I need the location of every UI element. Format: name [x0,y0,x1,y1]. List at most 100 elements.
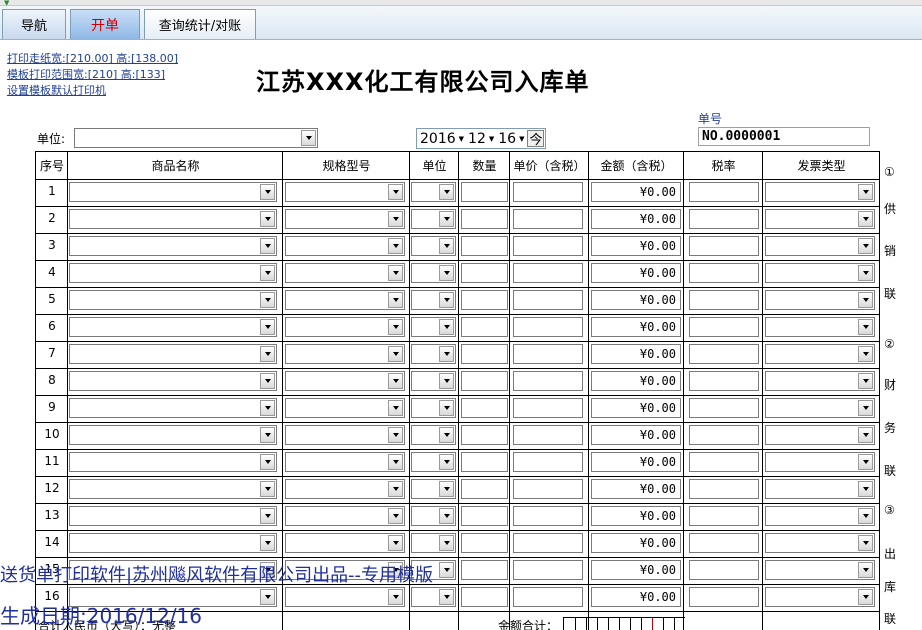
today-button[interactable]: 今 [527,130,545,148]
chevron-down-icon[interactable] [260,508,275,524]
chevron-down-icon[interactable] [388,319,403,335]
product-name-select[interactable] [69,209,277,229]
tax-rate-input[interactable] [689,398,759,418]
chevron-down-icon[interactable] [439,427,454,443]
chevron-down-icon[interactable] [388,373,403,389]
chevron-down-icon[interactable] [388,238,403,254]
unit-price-input[interactable] [513,560,583,580]
chevron-down-icon[interactable] [388,427,403,443]
quantity-input[interactable] [461,533,508,553]
chevron-down-icon[interactable] [260,319,275,335]
spec-model-select[interactable] [285,182,405,202]
unit-type-select[interactable] [411,263,456,283]
chevron-down-icon[interactable] [260,454,275,470]
invoice-type-select[interactable] [765,560,875,580]
spec-model-select[interactable] [285,263,405,283]
product-name-select[interactable] [69,290,277,310]
product-name-select[interactable] [69,344,277,364]
quantity-input[interactable] [461,371,508,391]
chevron-down-icon[interactable] [388,292,403,308]
spec-model-select[interactable] [285,317,405,337]
product-name-select[interactable] [69,317,277,337]
spec-model-select[interactable] [285,371,405,391]
spec-model-select[interactable] [285,398,405,418]
tax-rate-input[interactable] [689,560,759,580]
template-range-link[interactable]: 模板打印范围宽:[210] 高:[133] [7,67,178,83]
quantity-input[interactable] [461,290,508,310]
chevron-down-icon[interactable] [439,184,454,200]
invoice-type-select[interactable] [765,479,875,499]
chevron-down-icon[interactable] [858,292,873,308]
quantity-input[interactable] [461,398,508,418]
tab-query-statistics[interactable]: 查询统计/对账 [144,9,256,39]
unit-price-input[interactable] [513,182,583,202]
product-name-select[interactable] [69,425,277,445]
product-name-select[interactable] [69,371,277,391]
chevron-down-icon[interactable] [260,535,275,551]
chevron-down-icon[interactable] [439,373,454,389]
quantity-input[interactable] [461,344,508,364]
unit-price-input[interactable] [513,506,583,526]
chevron-down-icon[interactable] [260,292,275,308]
tax-rate-input[interactable] [689,587,759,607]
chevron-down-icon[interactable] [388,211,403,227]
product-name-select[interactable] [69,398,277,418]
chevron-down-icon[interactable] [439,454,454,470]
tax-rate-input[interactable] [689,452,759,472]
chevron-down-icon[interactable] [439,562,454,578]
invoice-type-select[interactable] [765,533,875,553]
chevron-down-icon[interactable] [858,184,873,200]
chevron-down-icon[interactable] [388,265,403,281]
chevron-down-icon[interactable] [388,184,403,200]
quantity-input[interactable] [461,317,508,337]
chevron-down-icon[interactable] [439,589,454,605]
quantity-input[interactable] [461,425,508,445]
order-number-field[interactable]: NO.0000001 [698,127,870,146]
unit-price-input[interactable] [513,398,583,418]
date-picker[interactable]: 2016 ▼ 12 ▼ 16 ▼ 今 [416,128,547,149]
chevron-down-icon[interactable] [301,130,316,146]
chevron-down-icon[interactable] [858,427,873,443]
spec-model-select[interactable] [285,479,405,499]
unit-type-select[interactable] [411,533,456,553]
tax-rate-input[interactable] [689,263,759,283]
chevron-down-icon[interactable] [260,211,275,227]
product-name-select[interactable] [69,182,277,202]
unit-price-input[interactable] [513,587,583,607]
spec-model-select[interactable] [285,344,405,364]
invoice-type-select[interactable] [765,398,875,418]
spec-model-select[interactable] [285,452,405,472]
invoice-type-select[interactable] [765,371,875,391]
tax-rate-input[interactable] [689,479,759,499]
product-name-select[interactable] [69,452,277,472]
chevron-down-icon[interactable] [388,481,403,497]
unit-type-select[interactable] [411,587,456,607]
unit-type-select[interactable] [411,317,456,337]
spec-model-select[interactable] [285,587,405,607]
chevron-down-icon[interactable] [439,508,454,524]
chevron-down-icon[interactable] [858,508,873,524]
chevron-down-icon[interactable] [260,400,275,416]
chevron-down-icon[interactable] [388,535,403,551]
chevron-down-icon[interactable] [388,454,403,470]
invoice-type-select[interactable] [765,263,875,283]
invoice-type-select[interactable] [765,506,875,526]
unit-type-select[interactable] [411,371,456,391]
chevron-down-icon[interactable] [439,265,454,281]
chevron-down-icon[interactable] [858,400,873,416]
chevron-down-icon[interactable] [260,265,275,281]
quantity-input[interactable] [461,182,508,202]
quantity-input[interactable] [461,452,508,472]
unit-type-select[interactable] [411,236,456,256]
unit-price-input[interactable] [513,290,583,310]
unit-price-input[interactable] [513,533,583,553]
spec-model-select[interactable] [285,425,405,445]
quantity-input[interactable] [461,479,508,499]
chevron-down-icon[interactable] [858,535,873,551]
invoice-type-select[interactable] [765,587,875,607]
unit-price-input[interactable] [513,263,583,283]
chevron-down-icon[interactable] [858,319,873,335]
quantity-input[interactable] [461,506,508,526]
chevron-down-icon[interactable] [439,346,454,362]
tax-rate-input[interactable] [689,371,759,391]
